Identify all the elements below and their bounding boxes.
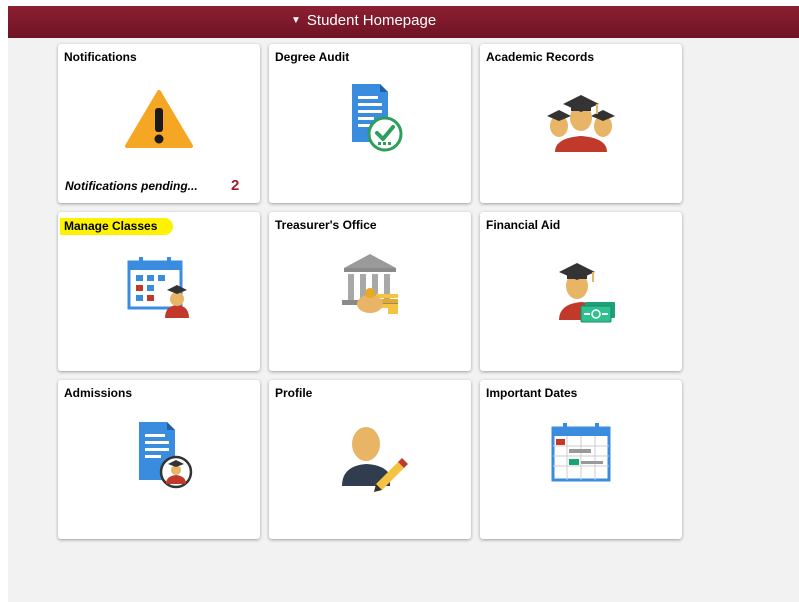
tile-academic-records[interactable]: Academic Records bbox=[480, 44, 682, 203]
caret-down-icon: ▼ bbox=[291, 15, 301, 26]
tile-manage-classes[interactable]: Manage Classes bbox=[58, 212, 260, 371]
manage-classes-icon bbox=[127, 257, 189, 318]
tile-notifications[interactable]: Notifications Notifications pending... 2 bbox=[58, 44, 260, 203]
warning-icon bbox=[125, 90, 193, 148]
tile-admissions[interactable]: Admissions bbox=[58, 380, 260, 539]
tile-title: Financial Aid bbox=[486, 218, 561, 232]
tile-treasurers-office[interactable]: Treasurer's Office bbox=[269, 212, 471, 371]
tile-title: Profile bbox=[275, 386, 313, 400]
tile-title: Manage Classes bbox=[64, 218, 174, 235]
treasurers-office-icon bbox=[342, 254, 398, 314]
header-title: Student Homepage bbox=[306, 12, 437, 29]
homepage-selector[interactable]: ▼ Student Homepage bbox=[291, 12, 436, 29]
tile-profile[interactable]: Profile bbox=[269, 380, 471, 539]
student-homepage: ▼ Student Homepage Notifications Notific… bbox=[8, 6, 799, 602]
academic-records-icon bbox=[547, 95, 615, 152]
tile-title: Treasurer's Office bbox=[275, 218, 377, 232]
degree-audit-icon bbox=[352, 84, 403, 152]
tile-title: Degree Audit bbox=[275, 50, 350, 64]
tile-degree-audit[interactable]: Degree Audit bbox=[269, 44, 471, 203]
header-bar: ▼ Student Homepage bbox=[8, 6, 799, 38]
notifications-pending-text: Notifications pending... bbox=[65, 179, 198, 193]
tile-title: Academic Records bbox=[486, 50, 595, 64]
tile-financial-aid[interactable]: Financial Aid bbox=[480, 212, 682, 371]
admissions-icon bbox=[139, 422, 193, 489]
tile-title: Admissions bbox=[64, 386, 133, 400]
notifications-count-badge: 2 bbox=[231, 177, 240, 194]
tile-title: Notifications bbox=[64, 50, 137, 64]
financial-aid-icon bbox=[559, 263, 615, 323]
profile-icon bbox=[342, 427, 408, 492]
tile-important-dates[interactable]: Important Dates bbox=[480, 380, 682, 539]
important-dates-icon bbox=[551, 423, 611, 482]
tile-title: Important Dates bbox=[486, 386, 578, 400]
